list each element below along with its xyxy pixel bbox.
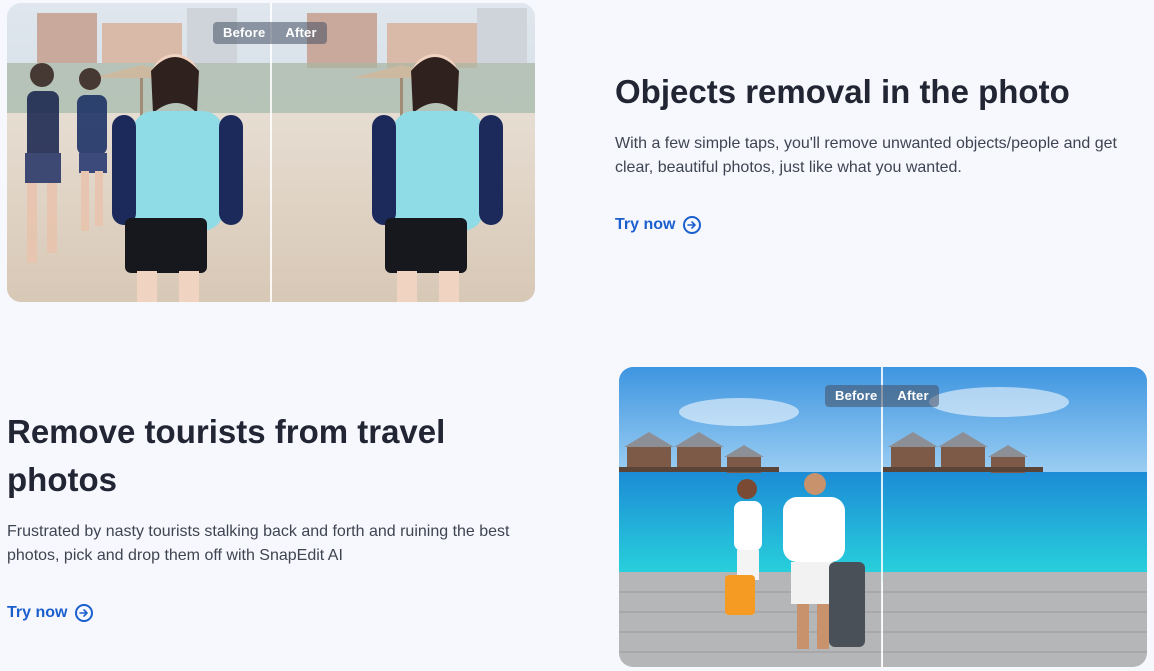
try-now-link-objects-removal[interactable]: Try now xyxy=(615,216,702,234)
before-after-labels: Before After xyxy=(213,22,327,44)
before-after-labels: Before After xyxy=(825,385,939,407)
try-now-label: Try now xyxy=(615,216,676,233)
section-title-remove-tourists: Remove tourists from travel photos xyxy=(7,413,446,498)
ocean-photo xyxy=(619,367,1147,667)
arrow-right-circle-icon xyxy=(75,604,94,622)
section-description-objects-removal: With a few simple taps, you'll remove un… xyxy=(615,135,1117,176)
try-now-label: Try now xyxy=(7,604,68,621)
before-label: Before xyxy=(213,22,276,44)
before-label: Before xyxy=(825,385,888,407)
comparison-divider[interactable] xyxy=(270,3,272,302)
before-after-image-ocean[interactable]: Before After xyxy=(619,367,1147,667)
comparison-divider[interactable] xyxy=(881,367,883,667)
section-title-objects-removal: Objects removal in the photo xyxy=(615,73,1070,110)
before-after-image-beach[interactable]: Before After xyxy=(7,3,535,302)
try-now-link-remove-tourists[interactable]: Try now xyxy=(7,604,94,622)
section-description-remove-tourists: Frustrated by nasty tourists stalking ba… xyxy=(7,523,510,564)
after-label: After xyxy=(275,22,327,44)
arrow-right-circle-icon xyxy=(683,216,702,234)
after-label: After xyxy=(887,385,939,407)
